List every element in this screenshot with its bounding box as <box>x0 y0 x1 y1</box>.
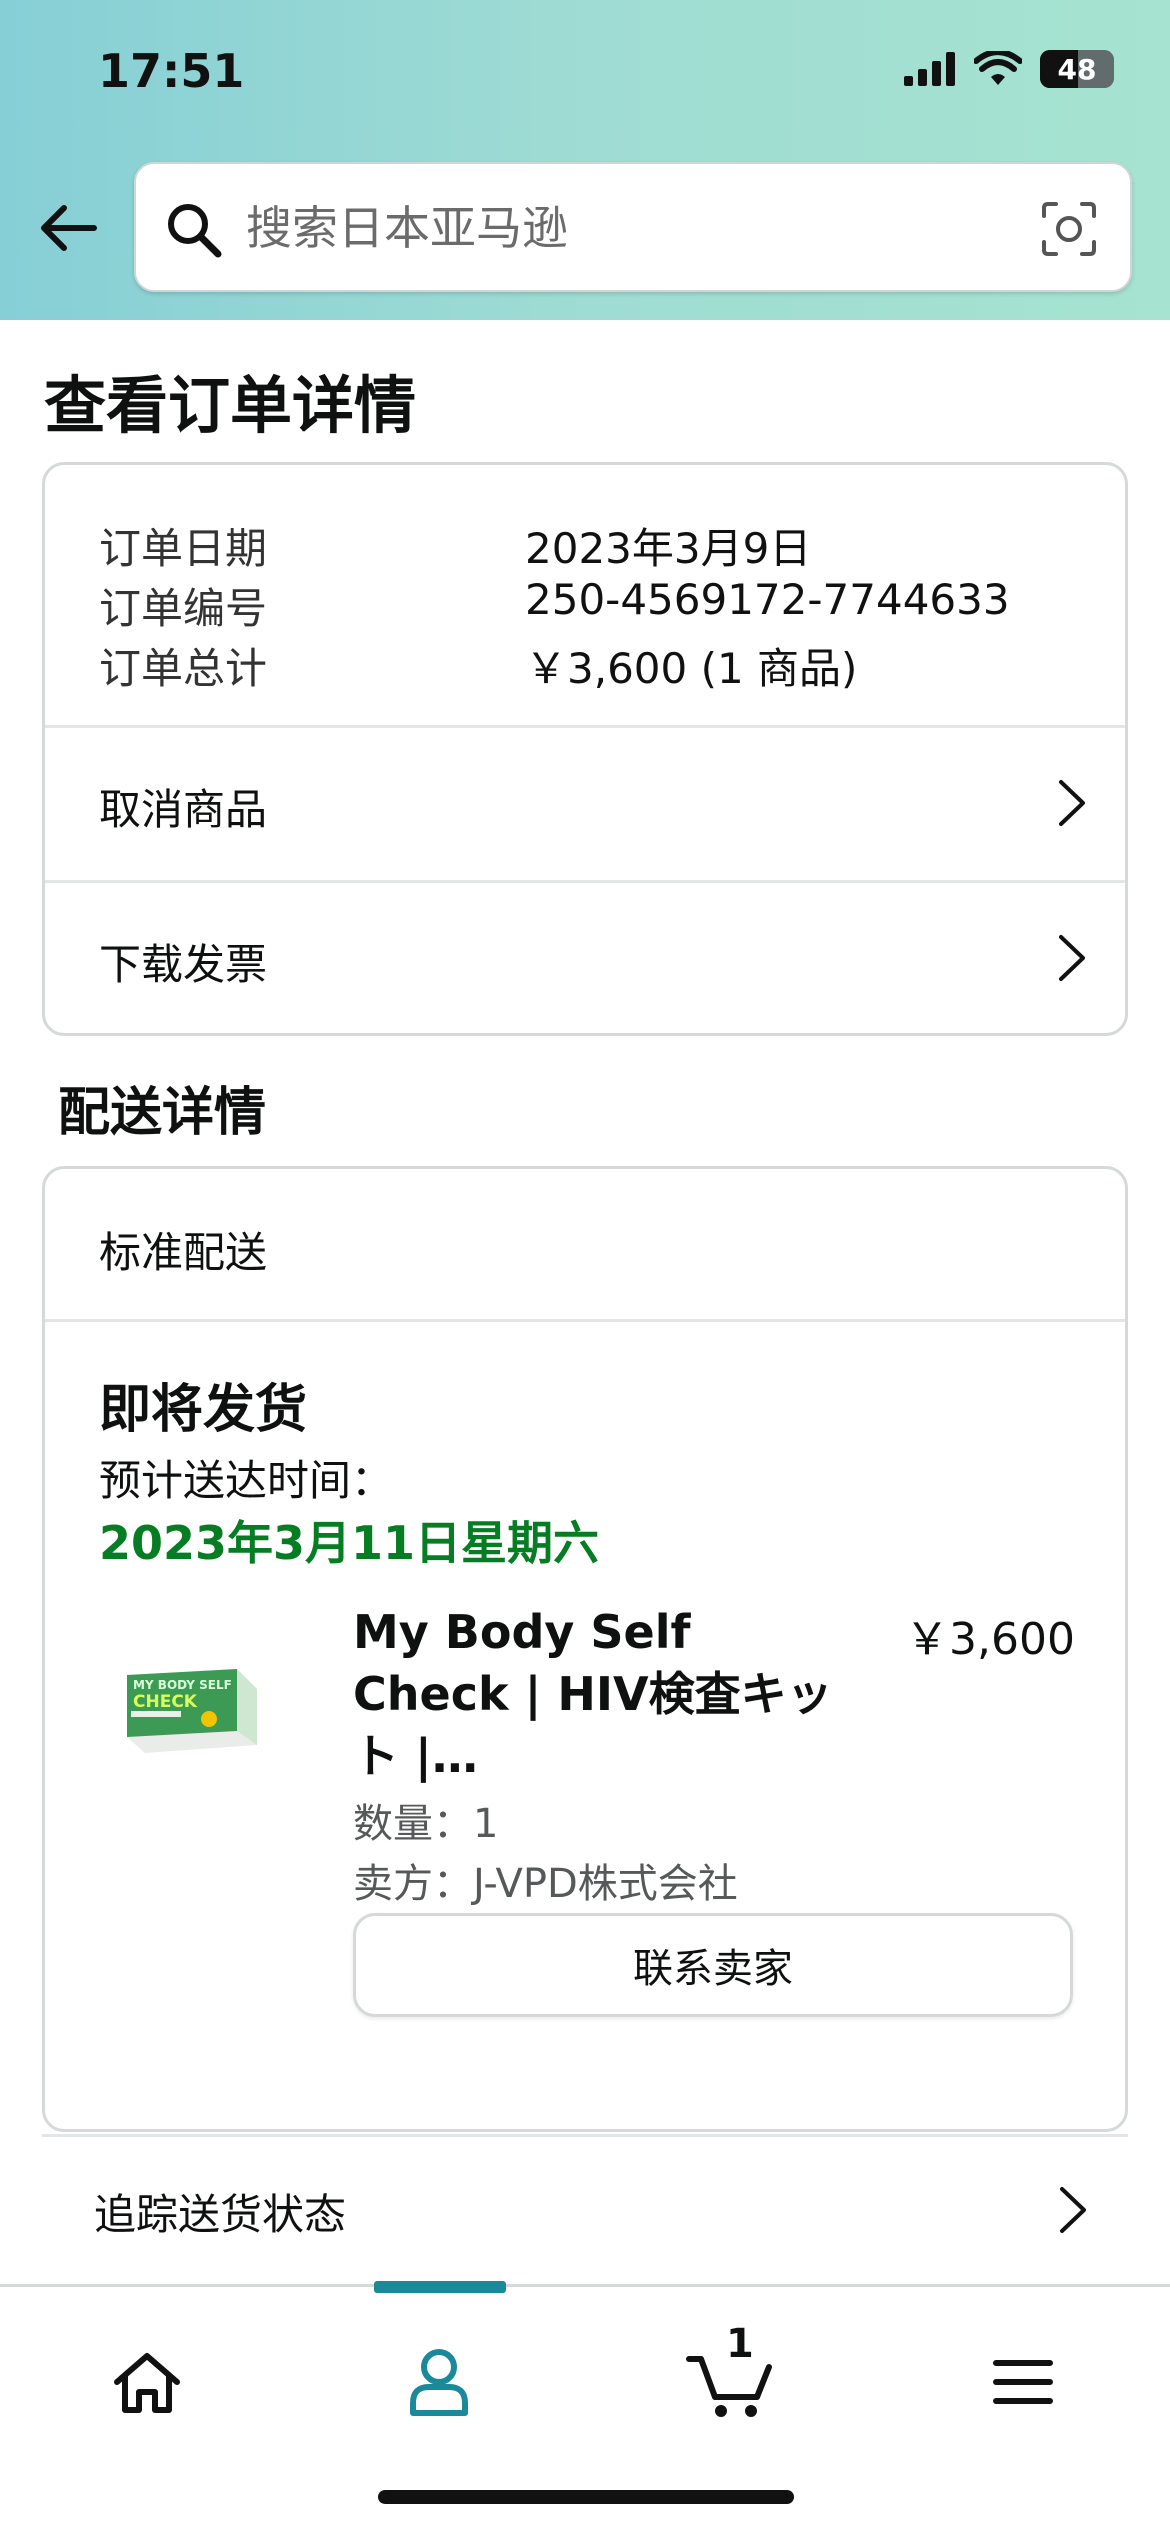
status-icons: 48 <box>904 50 1114 88</box>
tab-cart[interactable]: 1 <box>676 2321 786 2437</box>
cancel-items-label: 取消商品 <box>99 785 268 834</box>
chevron-right-icon <box>1060 2187 1086 2233</box>
menu-icon <box>993 2360 1053 2404</box>
order-date-label: 订单日期 <box>99 524 268 573</box>
product-seller: 卖方：J-VPD株式会社 <box>353 1861 738 1907</box>
product-quantity: 数量：1 <box>353 1801 499 1847</box>
order-total-label: 订单总计 <box>99 644 268 693</box>
account-icon <box>410 2349 468 2416</box>
back-arrow-icon[interactable] <box>36 196 100 260</box>
app-header: 17:51 48 <box>0 0 1170 320</box>
product-thumbnail[interactable]: MY BODY SELF CHECK <box>117 1641 263 1781</box>
eta-date: 2023年3月11日星期六 <box>99 1516 600 1570</box>
order-number-label: 订单编号 <box>99 584 268 633</box>
eta-label: 预计送达时间： <box>99 1456 394 1505</box>
search-bar[interactable] <box>134 162 1132 292</box>
delivery-method: 标准配送 <box>99 1228 268 1277</box>
thumb-text-line1: MY BODY SELF <box>133 1678 232 1692</box>
divider <box>45 1319 1125 1322</box>
chevron-right-icon <box>1059 780 1085 826</box>
cancel-items-link[interactable]: 取消商品 <box>45 728 1125 878</box>
download-invoice-link[interactable]: 下载发票 <box>45 883 1125 1033</box>
order-total-value: ￥3,600 (1 商品) <box>525 644 858 693</box>
contact-seller-button[interactable]: 联系卖家 <box>353 1913 1073 2017</box>
tab-menu[interactable] <box>968 2327 1078 2437</box>
active-tab-indicator <box>374 2281 506 2293</box>
tab-home[interactable] <box>92 2327 202 2437</box>
download-invoice-label: 下载发票 <box>99 940 268 989</box>
camera-scan-icon[interactable] <box>1040 200 1098 258</box>
battery-level: 48 <box>1057 52 1097 86</box>
status-time: 17:51 <box>98 44 245 98</box>
page-title: 查看订单详情 <box>44 369 417 442</box>
order-date-value: 2023年3月9日 <box>525 524 812 573</box>
order-number-value: 250-4569172-7744633 <box>525 575 1010 624</box>
order-summary-card: 订单日期 2023年3月9日 订单编号 250-4569172-7744633 … <box>42 462 1128 1036</box>
search-input[interactable] <box>246 190 1006 266</box>
thumb-text-line2: CHECK <box>133 1692 198 1712</box>
cart-count: 1 <box>726 2321 754 2367</box>
product-price: ￥3,600 <box>905 1614 1075 1665</box>
chevron-right-icon <box>1059 935 1085 981</box>
battery-icon: 48 <box>1040 50 1114 88</box>
delivery-section-title: 配送详情 <box>58 1083 267 1143</box>
track-package-link[interactable]: 追踪送货状态 <box>42 2134 1128 2284</box>
home-indicator <box>378 2490 794 2504</box>
search-icon <box>168 204 222 258</box>
track-package-label: 追踪送货状态 <box>94 2190 347 2239</box>
delivery-card: 标准配送 即将发货 预计送达时间： 2023年3月11日星期六 MY BODY … <box>42 1166 1128 2132</box>
shipping-status-title: 即将发货 <box>99 1380 308 1440</box>
product-name[interactable]: My Body Self Check | HIV検査キット |… <box>353 1601 853 1787</box>
cellular-signal-icon <box>904 52 955 86</box>
wifi-icon <box>974 51 1022 85</box>
home-icon <box>114 2353 180 2413</box>
tab-account[interactable] <box>384 2327 494 2437</box>
